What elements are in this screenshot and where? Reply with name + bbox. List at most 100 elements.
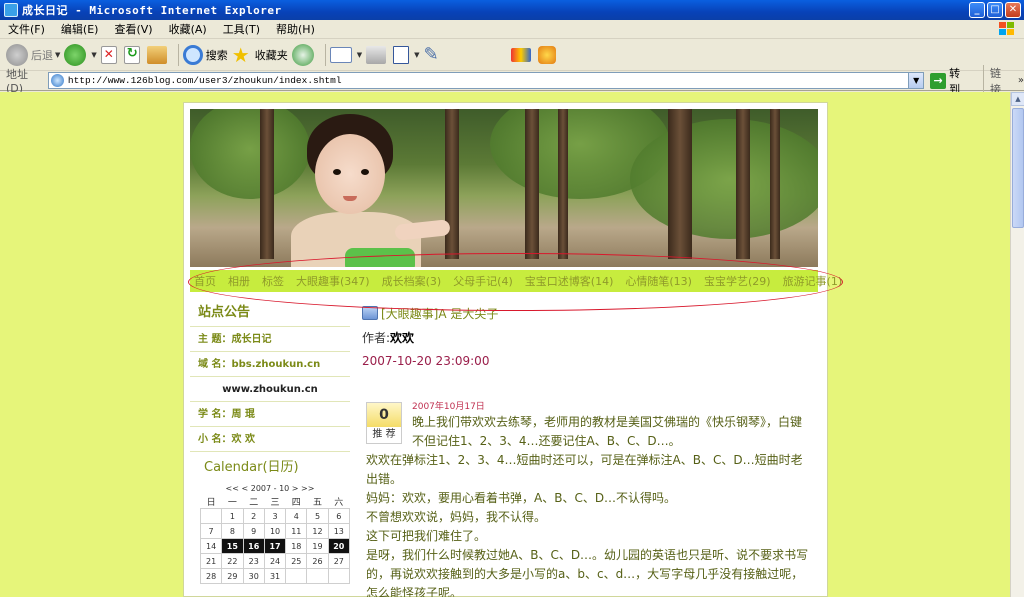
calendar-nav[interactable]: << < 2007 - 10 > >> <box>190 484 350 493</box>
address-label: 地址(D) <box>6 68 28 95</box>
stop-button[interactable] <box>100 42 120 68</box>
nav-baby-blog[interactable]: 宝宝口述博客(14) <box>525 273 614 289</box>
tree-trunk <box>445 109 459 259</box>
address-dropdown-icon[interactable]: ▼ <box>908 73 924 88</box>
menu-file[interactable]: 文件(F) <box>0 21 53 37</box>
calendar-day[interactable]: 23 <box>242 553 265 569</box>
banner-photo <box>190 109 818 267</box>
calendar-day[interactable]: 9 <box>242 523 265 539</box>
mail-icon <box>329 47 352 63</box>
calendar-day[interactable]: 11 <box>285 523 308 539</box>
post-paragraph: 这下可把我们难住了。 <box>366 529 487 543</box>
post-title[interactable]: [大眼趣事]A 是大尖子 <box>381 305 498 322</box>
calendar-day[interactable]: 22 <box>221 553 244 569</box>
calendar-day[interactable]: 17 <box>263 538 287 554</box>
refresh-button[interactable] <box>123 42 143 68</box>
menu-view[interactable]: 查看(V) <box>106 21 160 37</box>
calendar-day[interactable]: 20 <box>327 538 351 554</box>
nav-baby-arts[interactable]: 宝宝学艺(29) <box>704 273 771 289</box>
back-dropdown-icon[interactable]: ▼ <box>55 51 60 59</box>
menu-favorites[interactable]: 收藏(A) <box>161 21 215 37</box>
calendar-day <box>306 568 329 584</box>
calendar-day[interactable]: 30 <box>242 568 265 584</box>
scroll-up-icon[interactable]: ▲ <box>1011 92 1024 106</box>
nav-mood-essays[interactable]: 心情随笔(13) <box>625 273 692 289</box>
post-paragraph: 晚上我们带欢欢去练琴，老师用的教材是美国艾佛瑞的《快乐钢琴》，白键不但记住1、2… <box>412 415 803 448</box>
vertical-scrollbar[interactable]: ▲ <box>1010 92 1024 597</box>
calendar-day[interactable]: 25 <box>285 553 308 569</box>
nav-growth-records[interactable]: 成长档案(3) <box>382 273 442 289</box>
forward-button[interactable]: ▼ <box>64 42 97 68</box>
mail-dropdown-icon[interactable]: ▼ <box>357 51 362 59</box>
scroll-thumb[interactable] <box>1012 108 1024 228</box>
calendar-day[interactable]: 31 <box>263 568 287 584</box>
nav-tags[interactable]: 标签 <box>262 273 284 289</box>
notice-row-domain[interactable]: 域 名：bbs.zhoukun.cn <box>190 352 350 377</box>
nav-home[interactable]: 首页 <box>194 273 216 289</box>
extension-button-1[interactable] <box>510 42 534 68</box>
post-icon <box>362 306 378 320</box>
history-button[interactable] <box>291 42 317 68</box>
forward-dropdown-icon[interactable]: ▼ <box>91 51 96 59</box>
calendar-day[interactable]: 4 <box>285 508 308 524</box>
weekday: 二 <box>249 498 259 508</box>
calendar-day[interactable]: 27 <box>327 553 351 569</box>
nav-fun-stories[interactable]: 大眼趣事(347) <box>296 273 370 289</box>
calendar-day[interactable]: 3 <box>263 508 287 524</box>
calendar-day[interactable]: 15 <box>221 538 244 554</box>
links-more-icon[interactable]: » <box>1018 75 1024 86</box>
calendar-day[interactable]: 1 <box>221 508 244 524</box>
browser-viewport: 首页 相册 标签 大眼趣事(347) 成长档案(3) 父母手记(4) 宝宝口述博… <box>0 92 1024 597</box>
menu-help[interactable]: 帮助(H) <box>268 21 323 37</box>
stop-icon <box>100 46 117 64</box>
calendar-day[interactable]: 2 <box>242 508 265 524</box>
menu-edit[interactable]: 编辑(E) <box>53 21 107 37</box>
messenger-button[interactable]: ✎ <box>424 42 447 68</box>
calendar-day[interactable]: 18 <box>285 538 308 554</box>
calendar-day[interactable]: 5 <box>306 508 329 524</box>
calendar-day[interactable]: 24 <box>263 553 287 569</box>
calendar-day[interactable]: 13 <box>327 523 351 539</box>
nav-travel[interactable]: 旅游记事(1) <box>783 273 843 289</box>
edit-word-button[interactable]: ▼ <box>393 42 420 68</box>
calendar-day[interactable]: 12 <box>306 523 329 539</box>
search-button[interactable]: 搜索 <box>182 42 228 68</box>
recommend-box[interactable]: 0 推 荐 <box>366 402 402 444</box>
calendar-day[interactable]: 28 <box>199 568 223 584</box>
calendar-day[interactable]: 7 <box>199 523 223 539</box>
calendar-day[interactable]: 6 <box>327 508 351 524</box>
weekday: 四 <box>291 498 301 508</box>
address-url[interactable]: http://www.126blog.com/user3/zhoukun/ind… <box>68 75 342 86</box>
address-input[interactable]: http://www.126blog.com/user3/zhoukun/ind… <box>47 72 925 89</box>
menu-tools[interactable]: 工具(T) <box>215 21 268 37</box>
calendar-day[interactable]: 16 <box>242 538 265 554</box>
home-button[interactable] <box>146 42 170 68</box>
calendar-day[interactable]: 21 <box>199 553 223 569</box>
extension-button-2[interactable] <box>537 42 559 68</box>
back-button[interactable]: 后退 ▼ <box>6 42 60 68</box>
search-icon <box>182 45 203 65</box>
recommend-label[interactable]: 推 荐 <box>367 427 401 443</box>
edit-dropdown-icon[interactable]: ▼ <box>414 51 419 59</box>
maximize-button[interactable]: □ <box>987 2 1003 18</box>
minimize-button[interactable]: _ <box>969 2 985 18</box>
calendar-day[interactable]: 10 <box>263 523 287 539</box>
tree-trunk <box>668 109 692 259</box>
calendar-day[interactable]: 19 <box>306 538 329 554</box>
weekday: 三 <box>270 498 280 508</box>
calendar-day[interactable]: 8 <box>221 523 244 539</box>
calendar-day[interactable]: 29 <box>221 568 244 584</box>
calendar-grid: 日 一 二 三 四 五 六 1 2 3 4 5 6 7 8 9 10 11 12 13 14 15 16 17 1… <box>199 495 351 584</box>
calendar-day[interactable]: 14 <box>199 538 223 554</box>
child-figure <box>285 114 451 267</box>
notice-row-domain-2[interactable]: www.zhoukun.cn <box>190 377 350 402</box>
favorites-button[interactable]: ★ 收藏夹 <box>232 42 288 68</box>
calendar-day[interactable]: 26 <box>306 553 329 569</box>
mail-button[interactable]: ▼ <box>329 42 362 68</box>
author-name[interactable]: 欢欢 <box>390 331 414 345</box>
print-button[interactable] <box>366 42 389 68</box>
nav-album[interactable]: 相册 <box>228 273 250 289</box>
close-button[interactable]: ✕ <box>1005 2 1021 18</box>
author-label: 作者: <box>362 331 391 345</box>
nav-parent-notes[interactable]: 父母手记(4) <box>453 273 513 289</box>
